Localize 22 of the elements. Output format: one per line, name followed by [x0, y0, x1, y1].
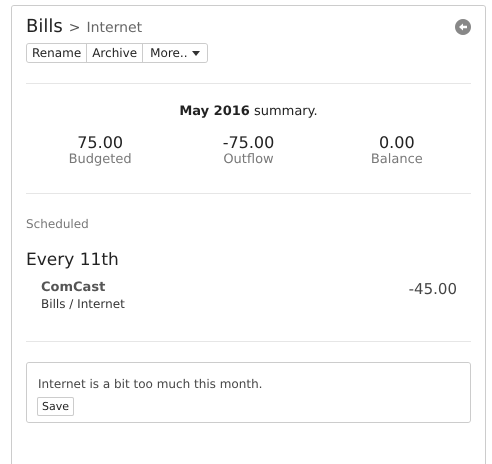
- stat-value: 75.00: [77, 133, 124, 152]
- section-heading: Scheduled: [26, 217, 90, 231]
- caret-icon: [192, 50, 200, 56]
- note-field[interactable]: Internet is a bit too much this month. Save: [26, 362, 471, 423]
- stat-label: Outflow: [223, 152, 274, 167]
- amount: -45.00: [408, 280, 457, 300]
- stat-value: 0.00: [379, 133, 415, 152]
- toolbar-button[interactable]: Rename: [26, 43, 88, 63]
- payee-name: ComCast: [41, 280, 106, 295]
- toolbar-button[interactable]: More..: [143, 43, 208, 63]
- category-path: Bills / Internet: [41, 297, 125, 311]
- toolbar-button[interactable]: Archive: [87, 43, 144, 63]
- stat-label: Balance: [370, 152, 423, 167]
- note-text: Internet is a bit too much this month.: [37, 377, 262, 391]
- schedule-title: Every 11th: [26, 250, 120, 270]
- save-button[interactable]: Save: [37, 397, 74, 416]
- stat-label: Budgeted: [68, 152, 132, 167]
- breadcrumb-current: Internet: [86, 20, 142, 36]
- breadcrumb-separator: >: [68, 20, 80, 36]
- stat-value: -75.00: [222, 133, 274, 152]
- summary-title: May 2016 summary.: [178, 104, 319, 119]
- breadcrumb-parent[interactable]: Bills: [26, 16, 63, 37]
